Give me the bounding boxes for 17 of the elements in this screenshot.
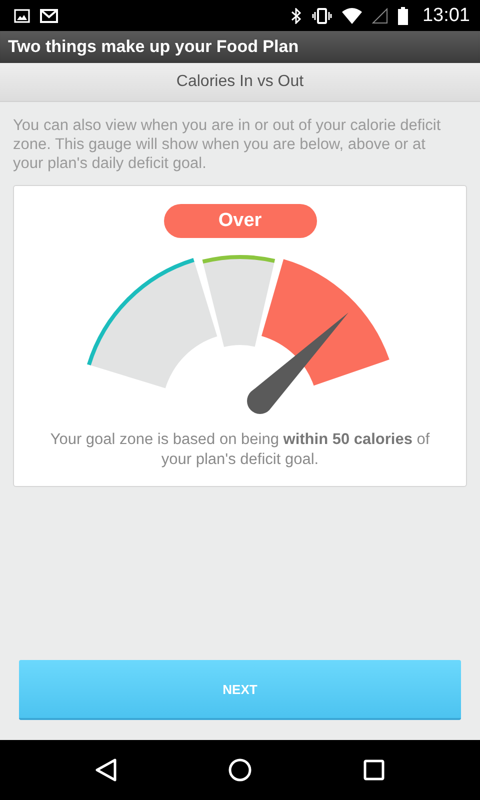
bluetooth-icon xyxy=(290,8,302,24)
image-icon xyxy=(14,8,30,22)
intro-text: You can also view when you are in or out of your calorie deficit zone. This gauge will show when you are below, above or at your plan's daily deficit goal. xyxy=(13,116,442,173)
home-icon[interactable] xyxy=(228,758,252,782)
next-button[interactable]: NEXT xyxy=(19,660,461,720)
signal-icon xyxy=(372,8,388,24)
mail-icon xyxy=(40,8,58,22)
vibrate-icon xyxy=(312,8,332,24)
wifi-icon xyxy=(342,8,362,24)
section-title: Calories In vs Out xyxy=(176,73,304,91)
battery-icon xyxy=(398,6,408,24)
goal-text: Your goal zone is based on being within 50 calories of your plan's deficit goal. xyxy=(49,430,431,470)
screen-title: Two things make up your Food Plan xyxy=(8,37,299,57)
gauge-status: Over xyxy=(164,204,316,238)
back-icon[interactable] xyxy=(95,758,118,782)
status-time: 13:01 xyxy=(422,4,470,26)
recents-icon[interactable] xyxy=(362,759,385,781)
